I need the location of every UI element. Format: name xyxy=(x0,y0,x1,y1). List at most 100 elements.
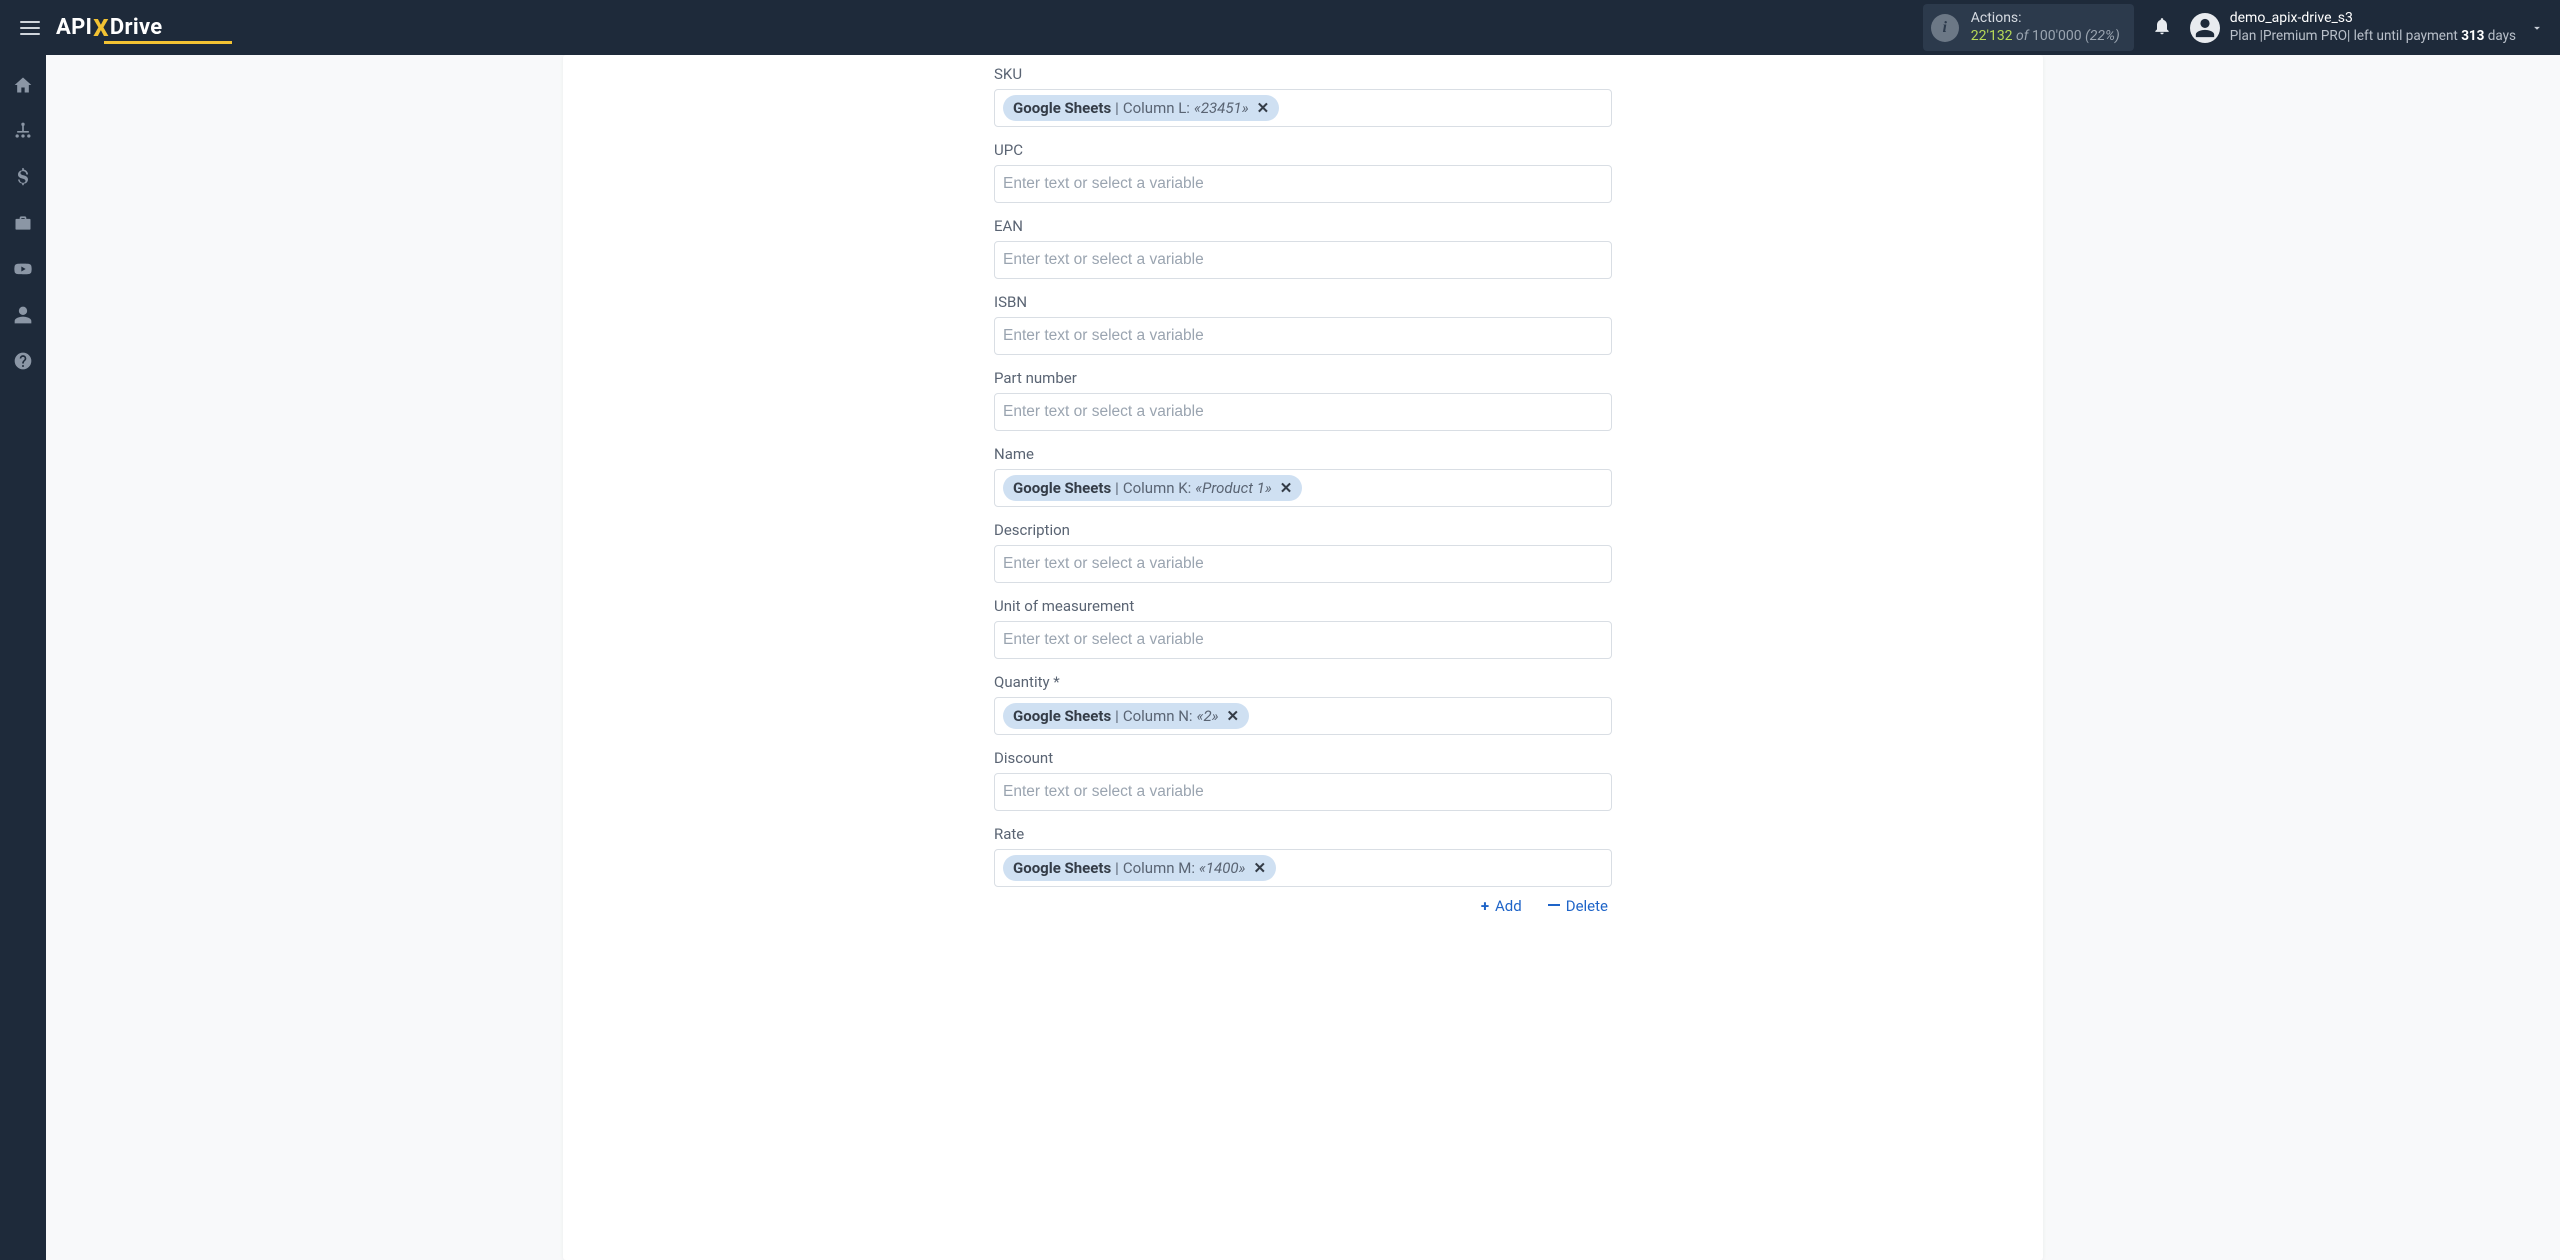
chip-column: Column N: xyxy=(1123,707,1193,725)
field-label-part_number: Part number xyxy=(994,369,1612,387)
menu-toggle[interactable] xyxy=(14,15,46,41)
field-input-description[interactable] xyxy=(994,545,1612,583)
plan-prefix: Plan |Premium PRO| left until payment xyxy=(2230,28,2461,44)
chip-remove-icon[interactable]: ✕ xyxy=(1257,99,1270,117)
avatar-icon xyxy=(2190,13,2220,43)
sidebar-connections[interactable] xyxy=(0,111,46,151)
actions-of: of xyxy=(2016,28,2028,44)
field-label-unit: Unit of measurement xyxy=(994,597,1612,615)
sidebar-help[interactable] xyxy=(0,341,46,381)
text-input-unit[interactable] xyxy=(1003,631,1603,649)
chip-column: Column M: xyxy=(1123,859,1195,877)
field-input-discount[interactable] xyxy=(994,773,1612,811)
text-input-isbn[interactable] xyxy=(1003,327,1603,345)
chip-source: Google Sheets xyxy=(1013,859,1111,877)
add-label: Add xyxy=(1495,897,1522,915)
field-input-name[interactable]: Google Sheets | Column K: «Product 1»✕ xyxy=(994,469,1612,507)
field-ean: EAN xyxy=(994,217,1612,279)
field-isbn: ISBN xyxy=(994,293,1612,355)
actions-current: 22'132 xyxy=(1971,28,2013,44)
variable-chip[interactable]: Google Sheets | Column K: «Product 1»✕ xyxy=(1003,475,1302,501)
chip-column: Column L: xyxy=(1123,99,1190,117)
delete-button[interactable]: Delete xyxy=(1548,897,1608,915)
actions-percent: (22%) xyxy=(2085,28,2120,44)
field-label-name: Name xyxy=(994,445,1612,463)
sidebar xyxy=(0,55,46,1260)
logo[interactable]: API X Drive xyxy=(56,14,162,42)
chip-source: Google Sheets xyxy=(1013,707,1111,725)
chip-source: Google Sheets xyxy=(1013,479,1111,497)
actions-text: Actions: 22'132 of 100'000 (22%) xyxy=(1971,10,2120,45)
sidebar-home[interactable] xyxy=(0,65,46,105)
variable-chip[interactable]: Google Sheets | Column M: «1400»✕ xyxy=(1003,855,1276,881)
variable-chip[interactable]: Google Sheets | Column N: «2»✕ xyxy=(1003,703,1249,729)
field-unit: Unit of measurement xyxy=(994,597,1612,659)
actions-total: 100'000 xyxy=(2032,28,2082,44)
field-part_number: Part number xyxy=(994,369,1612,431)
row-actions: + Add Delete xyxy=(994,887,1612,919)
logo-text-api: API xyxy=(56,15,92,40)
field-label-description: Description xyxy=(994,521,1612,539)
chip-value: «2» xyxy=(1197,707,1219,725)
topbar: API X Drive i Actions: 22'132 of 100'000… xyxy=(0,0,2560,55)
actions-counter[interactable]: i Actions: 22'132 of 100'000 (22%) xyxy=(1923,4,2134,51)
user-name: demo_apix-drive_s3 xyxy=(2230,10,2516,28)
chip-source: Google Sheets xyxy=(1013,99,1111,117)
logo-text-x: X xyxy=(93,14,109,42)
chip-remove-icon[interactable]: ✕ xyxy=(1280,479,1293,497)
logo-text-drive: Drive xyxy=(110,15,163,40)
form-card: SKUGoogle Sheets | Column L: «23451»✕UPC… xyxy=(563,55,2043,1260)
field-input-part_number[interactable] xyxy=(994,393,1612,431)
delete-label: Delete xyxy=(1566,897,1608,915)
field-label-rate: Rate xyxy=(994,825,1612,843)
field-label-quantity: Quantity * xyxy=(994,673,1612,691)
plan-suffix: days xyxy=(2484,28,2516,44)
add-button[interactable]: + Add xyxy=(1481,897,1522,915)
chip-remove-icon[interactable]: ✕ xyxy=(1253,859,1266,877)
plus-icon: + xyxy=(1481,897,1489,915)
field-label-ean: EAN xyxy=(994,217,1612,235)
chip-value: «1400» xyxy=(1199,859,1246,877)
chip-column: Column K: xyxy=(1123,479,1191,497)
content: SKUGoogle Sheets | Column L: «23451»✕UPC… xyxy=(46,55,2560,1260)
chip-value: «Product 1» xyxy=(1195,479,1272,497)
field-name: NameGoogle Sheets | Column K: «Product 1… xyxy=(994,445,1612,507)
chevron-down-icon[interactable] xyxy=(2530,20,2544,39)
field-discount: Discount xyxy=(994,749,1612,811)
field-label-upc: UPC xyxy=(994,141,1612,159)
field-upc: UPC xyxy=(994,141,1612,203)
plan-days: 313 xyxy=(2461,28,2484,44)
field-label-sku: SKU xyxy=(994,65,1612,83)
minus-icon xyxy=(1548,904,1560,906)
text-input-upc[interactable] xyxy=(1003,175,1603,193)
logo-underline xyxy=(104,41,232,44)
field-input-ean[interactable] xyxy=(994,241,1612,279)
chip-value: «23451» xyxy=(1194,99,1249,117)
variable-chip[interactable]: Google Sheets | Column L: «23451»✕ xyxy=(1003,95,1279,121)
text-input-ean[interactable] xyxy=(1003,251,1603,269)
field-label-discount: Discount xyxy=(994,749,1612,767)
field-rate: RateGoogle Sheets | Column M: «1400»✕ xyxy=(994,825,1612,887)
chip-remove-icon[interactable]: ✕ xyxy=(1227,707,1240,725)
user-text: demo_apix-drive_s3 Plan |Premium PRO| le… xyxy=(2230,10,2516,44)
field-input-upc[interactable] xyxy=(994,165,1612,203)
field-input-sku[interactable]: Google Sheets | Column L: «23451»✕ xyxy=(994,89,1612,127)
field-input-isbn[interactable] xyxy=(994,317,1612,355)
sidebar-billing[interactable] xyxy=(0,157,46,197)
text-input-description[interactable] xyxy=(1003,555,1603,573)
text-input-part_number[interactable] xyxy=(1003,403,1603,421)
sidebar-account[interactable] xyxy=(0,295,46,335)
field-label-isbn: ISBN xyxy=(994,293,1612,311)
field-input-unit[interactable] xyxy=(994,621,1612,659)
sidebar-youtube[interactable] xyxy=(0,249,46,289)
info-icon: i xyxy=(1931,14,1959,42)
notifications-icon[interactable] xyxy=(2152,16,2172,40)
sidebar-briefcase[interactable] xyxy=(0,203,46,243)
actions-label: Actions: xyxy=(1971,10,2120,28)
field-sku: SKUGoogle Sheets | Column L: «23451»✕ xyxy=(994,65,1612,127)
text-input-discount[interactable] xyxy=(1003,783,1603,801)
field-input-rate[interactable]: Google Sheets | Column M: «1400»✕ xyxy=(994,849,1612,887)
user-menu[interactable]: demo_apix-drive_s3 Plan |Premium PRO| le… xyxy=(2190,10,2546,44)
field-description: Description xyxy=(994,521,1612,583)
field-input-quantity[interactable]: Google Sheets | Column N: «2»✕ xyxy=(994,697,1612,735)
